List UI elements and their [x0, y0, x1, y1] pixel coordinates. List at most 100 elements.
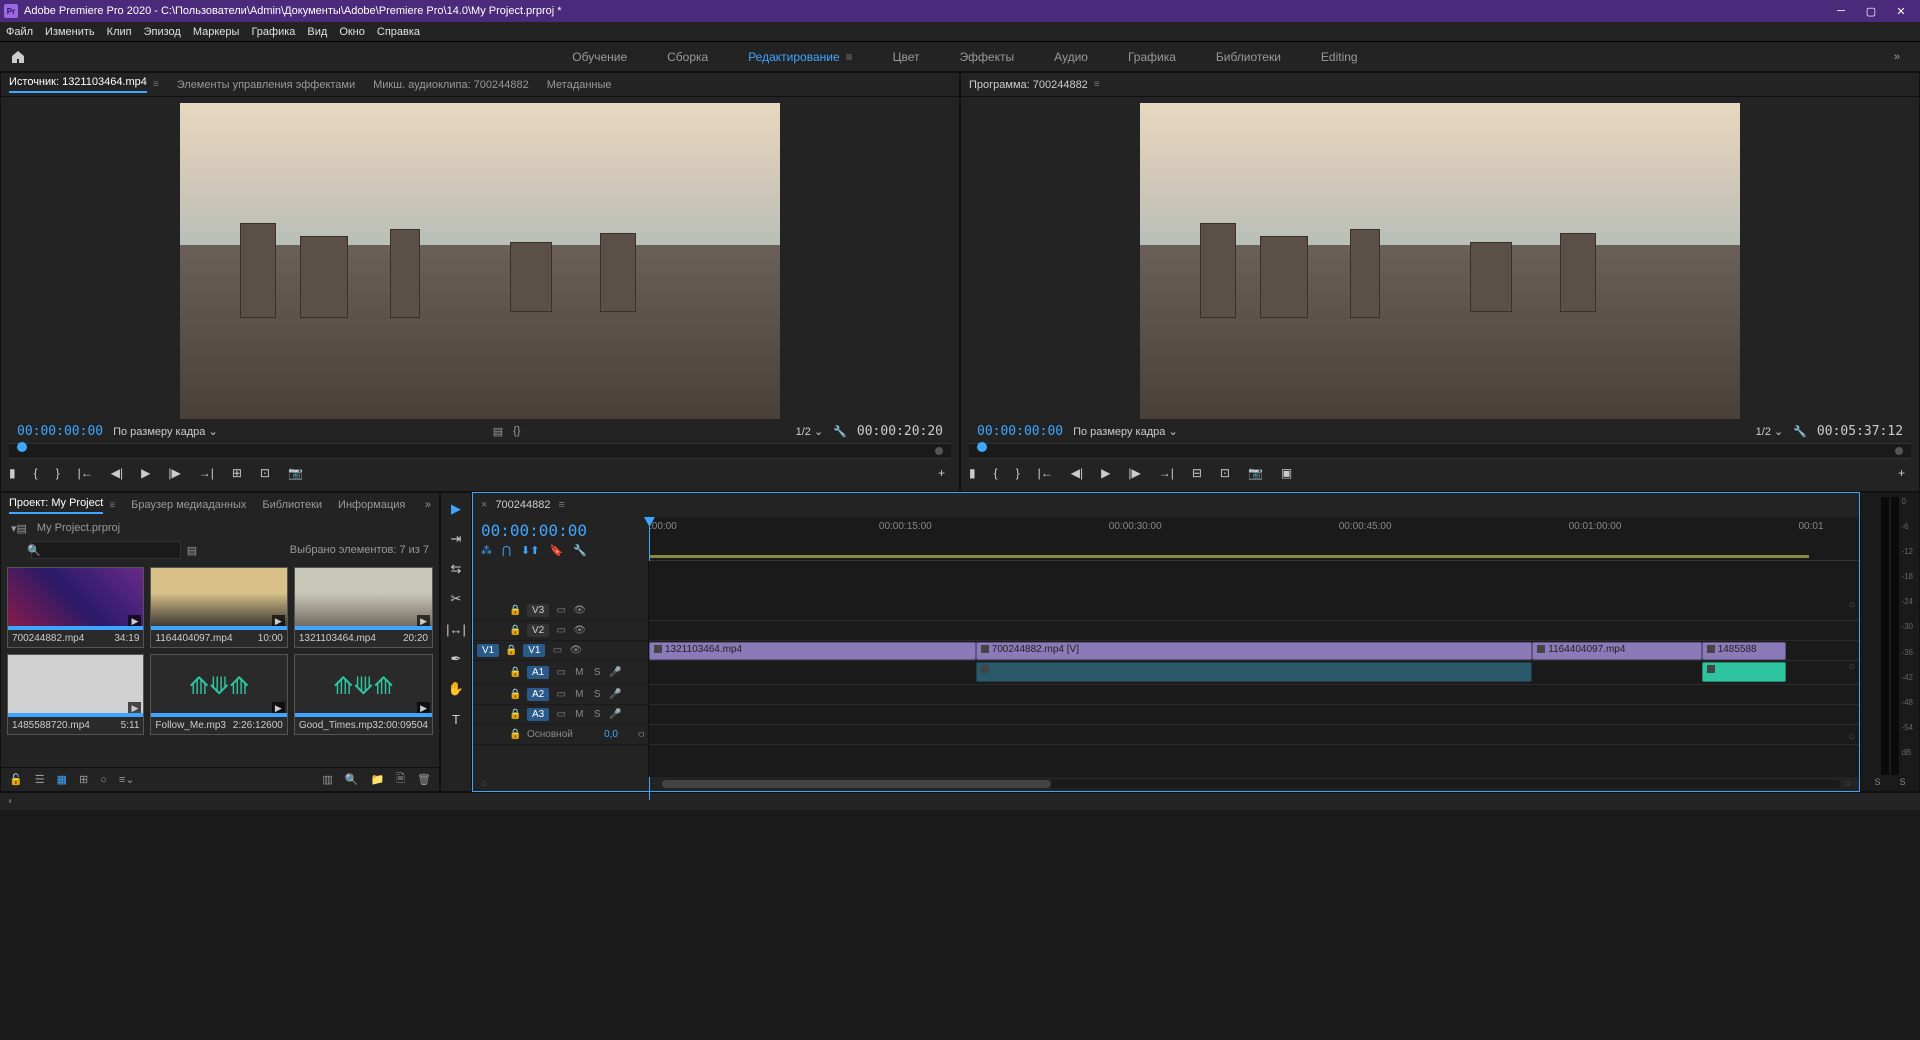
seq-menu-icon[interactable]: ≡ — [559, 499, 565, 511]
tab-program[interactable]: Программа: 700244882 — [969, 79, 1088, 91]
menu-sequence[interactable]: Эпизод — [144, 26, 181, 38]
timeline-timecode[interactable]: 00:00:00:00 — [481, 521, 641, 540]
find-icon[interactable]: 🔍 — [345, 773, 359, 786]
clip-thumb[interactable]: ▶1485588720.mp45:11 — [7, 654, 144, 735]
compare-icon[interactable]: ▣ — [1281, 466, 1292, 480]
auto-seq-icon[interactable]: ▥ — [322, 773, 332, 786]
track-v1[interactable]: V1 — [523, 644, 545, 657]
maximize-button[interactable]: ▢ — [1856, 0, 1886, 22]
bin-icon[interactable]: ▾▤ — [11, 522, 27, 535]
timeline-clip[interactable]: 1164404097.mp4 — [1532, 642, 1701, 660]
track-output-icon[interactable]: ▭ — [551, 645, 563, 656]
source-settings-icon[interactable]: ▤ — [493, 425, 503, 438]
goto-out-icon[interactable]: →| — [1159, 466, 1174, 480]
source-fit-dropdown[interactable]: По размеру кадра ⌄ — [113, 425, 218, 438]
clip-thumb[interactable]: ▶1164404097.mp410:00 — [150, 567, 287, 648]
add-button-icon[interactable]: + — [938, 466, 945, 480]
ws-graphics[interactable]: Графика — [1128, 50, 1176, 64]
eye-icon[interactable]: 👁 — [569, 645, 581, 656]
minimize-button[interactable]: ─ — [1826, 0, 1856, 22]
marker-icon[interactable]: ▮ — [9, 466, 16, 480]
ws-assembly[interactable]: Сборка — [667, 50, 708, 64]
icon-view-icon[interactable]: ▦ — [57, 773, 67, 786]
step-fwd-icon[interactable]: |▶ — [168, 466, 180, 480]
timeline-hscroll[interactable] — [662, 780, 1841, 788]
clip-thumb[interactable]: ▶1321103464.mp420:20 — [294, 567, 433, 648]
voice-icon[interactable]: 🎤 — [609, 667, 621, 678]
source-res-dropdown[interactable]: 1/2 ⌄ — [796, 425, 824, 438]
lock-icon[interactable]: 🔒 — [509, 729, 521, 740]
step-back-icon[interactable]: ◀| — [1071, 466, 1083, 480]
solo-icon[interactable]: S — [591, 709, 603, 720]
list-view-icon[interactable]: ☰ — [35, 773, 45, 786]
tab-source-menu-icon[interactable]: ≡ — [153, 79, 159, 90]
zoom-out-icon[interactable]: ○ — [481, 778, 488, 790]
voice-icon[interactable]: 🎤 — [609, 689, 621, 700]
tab-libraries[interactable]: Библиотеки — [262, 499, 322, 511]
ws-color[interactable]: Цвет — [893, 50, 920, 64]
timeline-ruler[interactable]: :00:00 00:00:15:00 00:00:30:00 00:00:45:… — [649, 517, 1859, 561]
seq-close-icon[interactable]: × — [481, 499, 487, 511]
solo-icon[interactable]: S — [591, 689, 603, 700]
solo-left[interactable]: S — [1874, 777, 1880, 787]
solo-right[interactable]: S — [1899, 777, 1905, 787]
export-frame-icon[interactable]: 📷 — [1248, 466, 1263, 480]
ws-libraries[interactable]: Библиотеки — [1216, 50, 1281, 64]
track-output-icon[interactable]: ▭ — [555, 625, 567, 636]
ripple-tool-icon[interactable]: ⇆ — [446, 559, 466, 579]
export-frame-icon[interactable]: 📷 — [288, 466, 303, 480]
out-point-icon[interactable]: } — [56, 466, 60, 480]
ws-audio[interactable]: Аудио — [1054, 50, 1088, 64]
program-res-dropdown[interactable]: 1/2 ⌄ — [1756, 425, 1784, 438]
source-out-timecode[interactable]: 00:00:20:20 — [857, 424, 943, 439]
snap-icon[interactable]: ⁂ — [481, 544, 492, 557]
menu-markers[interactable]: Маркеры — [193, 26, 240, 38]
mute-icon[interactable]: M — [573, 709, 585, 720]
ws-editing-en[interactable]: Editing — [1321, 50, 1358, 64]
track-v3[interactable]: V3 — [527, 604, 549, 617]
tab-info[interactable]: Информация — [338, 499, 405, 511]
lock-icon[interactable]: 🔒 — [509, 689, 521, 700]
program-out-timecode[interactable]: 00:05:37:12 — [1817, 424, 1903, 439]
play-icon[interactable]: ▶ — [1101, 466, 1110, 480]
clip-thumb[interactable]: ⟰⟱⟰▶Good_Times.mp32:00:09504 — [294, 654, 433, 735]
lock-icon[interactable]: 🔒 — [505, 645, 517, 656]
trash-icon[interactable]: 🗑 — [417, 773, 431, 786]
track-v2[interactable]: V2 — [527, 624, 549, 637]
lock-icon[interactable]: 🔒 — [509, 625, 521, 636]
linked-sel-icon[interactable]: ⋂ — [502, 544, 511, 557]
step-back-icon[interactable]: ◀| — [111, 466, 123, 480]
menu-edit[interactable]: Изменить — [45, 26, 95, 38]
meter-left[interactable] — [1881, 497, 1889, 775]
menu-help[interactable]: Справка — [377, 26, 420, 38]
tab-project[interactable]: Проект: My Project — [9, 497, 103, 514]
goto-in-icon[interactable]: |← — [78, 466, 93, 480]
freeform-view-icon[interactable]: ⊞ — [79, 773, 88, 786]
timeline-clip[interactable]: 700244882.mp4 [V] — [976, 642, 1533, 660]
tab-source[interactable]: Источник: 1321103464.mp4 — [9, 76, 147, 93]
lock-icon[interactable]: 🔒 — [509, 709, 521, 720]
track-expand-icon[interactable]: ○ — [1848, 599, 1855, 611]
menu-file[interactable]: Файл — [6, 26, 33, 38]
play-icon[interactable]: ▶ — [141, 466, 150, 480]
ws-menu-icon[interactable]: ≡ — [846, 50, 853, 64]
program-ruler[interactable] — [969, 443, 1911, 459]
mute-icon[interactable]: M — [573, 667, 585, 678]
slip-tool-icon[interactable]: |↔| — [446, 619, 466, 639]
mute-icon[interactable]: M — [573, 689, 585, 700]
master-track[interactable]: Основной — [527, 729, 573, 740]
track-select-tool-icon[interactable]: ⇥ — [446, 529, 466, 549]
goto-in-icon[interactable]: |← — [1038, 466, 1053, 480]
tl-settings-icon[interactable]: 🔧 — [573, 544, 587, 557]
out-point-icon[interactable]: } — [1016, 466, 1020, 480]
add-button-icon[interactable]: + — [1898, 466, 1905, 480]
program-fit-dropdown[interactable]: По размеру кадра ⌄ — [1073, 425, 1178, 438]
timeline-audio-clip[interactable] — [976, 662, 1533, 682]
menu-clip[interactable]: Клип — [107, 26, 132, 38]
clip-thumb[interactable]: ⟰⟱⟰▶Follow_Me.mp32:26:12600 — [150, 654, 287, 735]
source-inout-icon[interactable]: {} — [513, 425, 520, 437]
ws-editing-ru[interactable]: Редактирование — [748, 50, 839, 64]
in-point-icon[interactable]: { — [994, 466, 998, 480]
program-wrench-icon[interactable]: 🔧 — [1793, 425, 1807, 438]
meter-right[interactable] — [1891, 497, 1899, 775]
